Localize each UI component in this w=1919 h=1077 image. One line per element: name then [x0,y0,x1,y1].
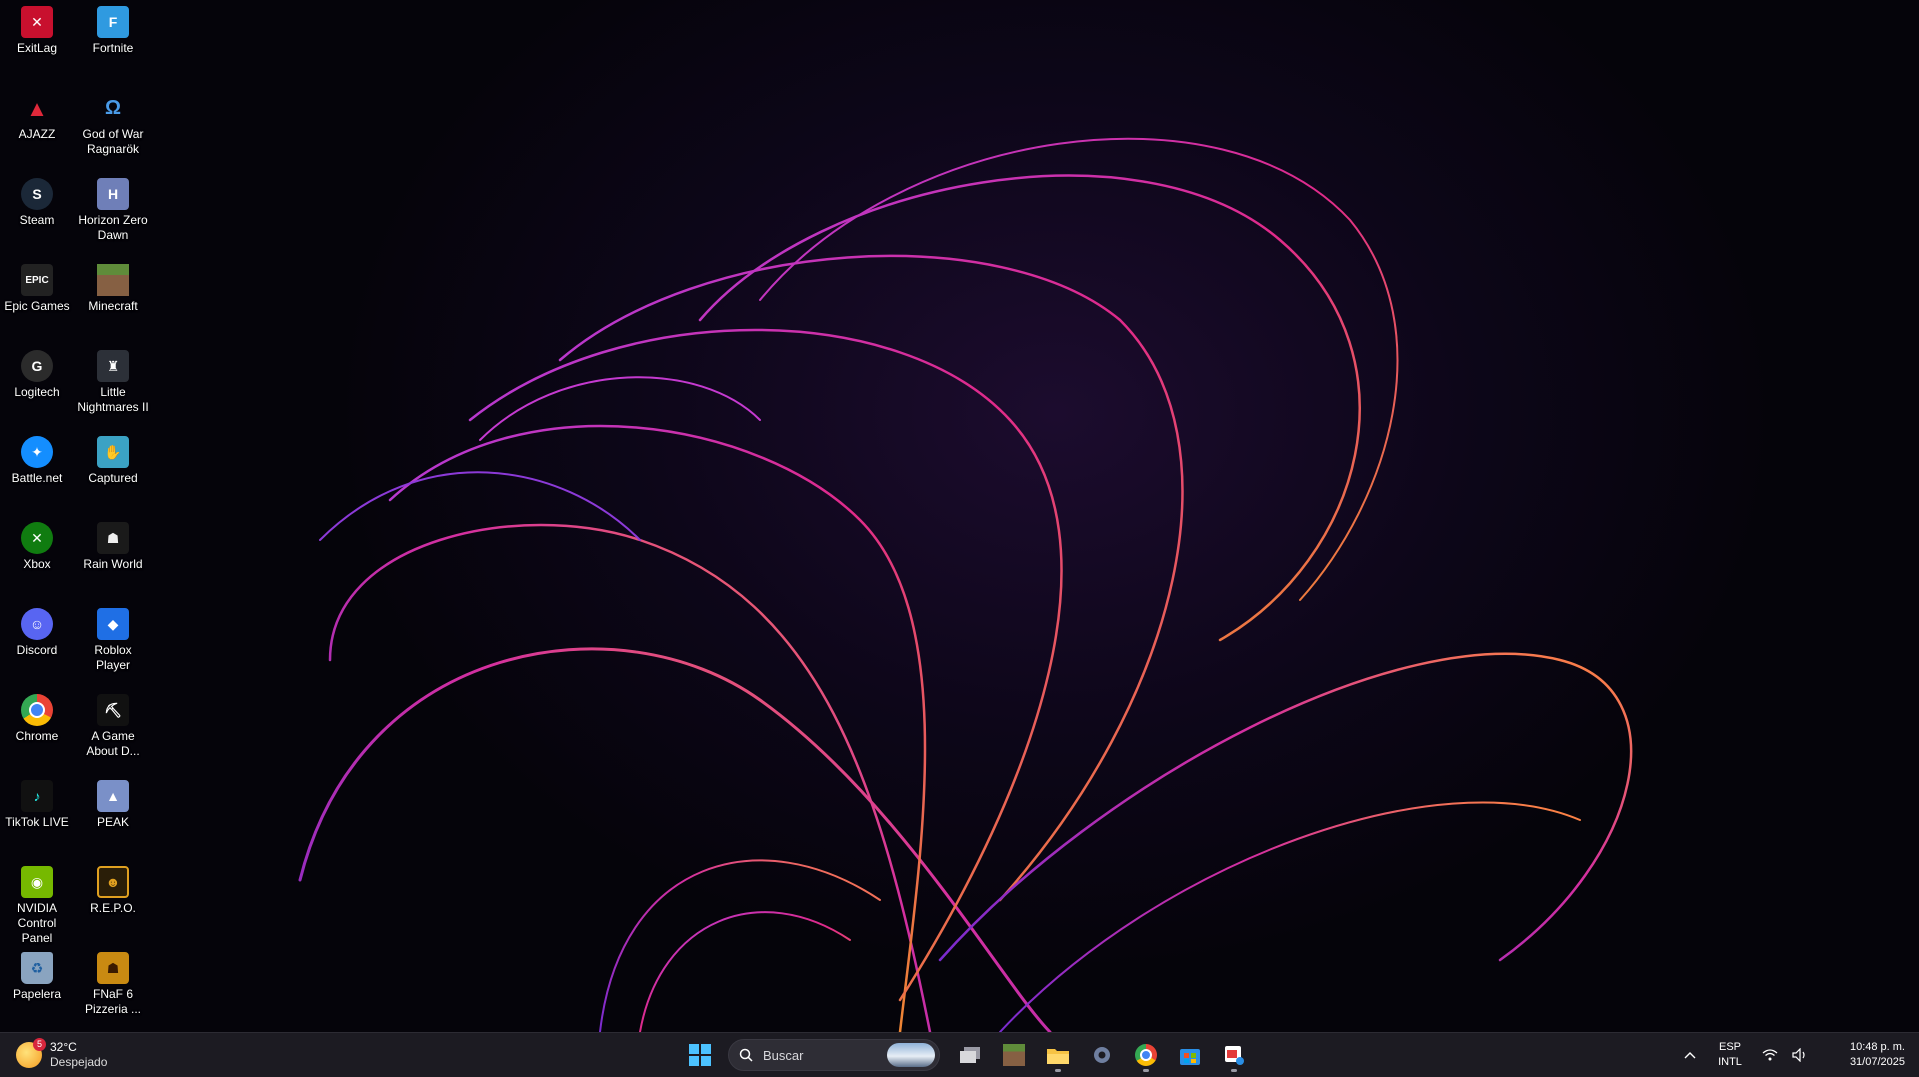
roblox-icon: ◆ [97,608,129,640]
desktop-icon-discord[interactable]: ☺ Discord [0,602,75,658]
microsoft-store-icon [1180,1049,1200,1065]
windows-logo-icon [689,1044,711,1066]
desktop-icon-god-of-war[interactable]: Ω God of War Ragnarök [75,86,151,157]
taskbar-microsoft-store[interactable] [1170,1037,1210,1073]
taskbar-chrome[interactable] [1126,1037,1166,1073]
desktop-icon-battlenet[interactable]: ✦ Battle.net [0,430,75,486]
quick-settings-button[interactable] [1755,1048,1815,1062]
minecraft-icon [97,264,129,296]
desktop-icon-minecraft[interactable]: Minecraft [75,258,151,314]
captured-icon: ✋ [97,436,129,468]
desktop-icon-xbox[interactable]: ✕ Xbox [0,516,75,572]
desktop-icon-peak[interactable]: ▲ PEAK [75,774,151,830]
system-tray: ESP INTL 10:48 p. m. 31/07/2025 [1675,1033,1919,1077]
discord-icon: ☺ [21,608,53,640]
weather-condition: Despejado [50,1055,108,1069]
clock-date: 31/07/2025 [1849,1056,1905,1068]
desktop-icon-roblox[interactable]: ◆ Roblox Player [75,602,151,673]
desktop-icon-chrome[interactable]: Chrome [0,688,75,744]
weather-widget[interactable]: 5 32°C Despejado [16,1038,108,1071]
taskbar-search-box[interactable]: Buscar [728,1039,940,1071]
little-nightmares-icon: ♜ [97,350,129,382]
chevron-up-icon [1684,1052,1696,1059]
peak-icon: ▲ [97,780,129,812]
desktop-icon-recycle-bin[interactable]: ♻ Papelera [0,946,75,1002]
weather-temperature: 32°C [50,1040,77,1054]
desktop-icon-ajazz[interactable]: ▲ AJAZZ [0,86,75,142]
horizon-icon: H [97,178,129,210]
desktop-icon-little-nightmares[interactable]: ♜ Little Nightmares II [75,344,151,415]
running-indicator [1143,1069,1149,1072]
fortnite-icon: F [97,6,129,38]
desktop-icon-tiktok-live[interactable]: ♪ TikTok LIVE [0,774,75,830]
search-icon [739,1048,753,1062]
task-view-icon [960,1047,980,1063]
desktop[interactable]: ✕ ExitLag F Fortnite ▲ AJAZZ Ω God of Wa… [0,0,1919,1032]
steam-icon: S [21,178,53,210]
chrome-taskbar-icon [1135,1044,1157,1066]
input-language-indicator[interactable]: ESP INTL [1705,1040,1755,1070]
taskbar-minecraft[interactable] [994,1037,1034,1073]
desktop-icon-repo[interactable]: ☻ R.E.P.O. [75,860,151,916]
show-hidden-icons-button[interactable] [1675,1048,1705,1062]
desktop-icon-epic-games[interactable]: EPIC Epic Games [0,258,75,314]
desktop-icon-fnaf[interactable]: ☗ FNaF 6 Pizzeria ... [75,946,151,1017]
fnaf-icon: ☗ [97,952,129,984]
ajazz-icon: ▲ [26,95,48,121]
desktop-icon-captured[interactable]: ✋ Captured [75,430,151,486]
recycle-bin-icon: ♻ [21,952,53,984]
repo-icon: ☻ [97,866,129,898]
taskbar-file-explorer[interactable] [1038,1037,1078,1073]
tiktok-live-icon: ♪ [21,780,53,812]
nvidia-icon: ◉ [21,866,53,898]
running-indicator [1231,1069,1237,1072]
desktop-icon-steam[interactable]: S Steam [0,172,75,228]
search-placeholder: Buscar [763,1047,804,1063]
rain-world-icon: ☗ [97,522,129,554]
a-game-about-icon: ⛏ [97,694,129,726]
wallpaper-bloom [298,137,1633,1032]
wifi-icon [1762,1049,1778,1061]
running-indicator [1055,1069,1061,1072]
desktop-icon-nvidia[interactable]: ◉ NVIDIA Control Panel [0,860,75,946]
taskbar-center: Buscar [680,1037,1258,1073]
chrome-icon [21,694,53,726]
desktop-icon-horizon[interactable]: H Horizon Zero Dawn [75,172,151,243]
notification-badge: 5 [33,1038,46,1051]
weather-sun-icon: 5 [16,1038,46,1068]
desktop-icon-a-game-about[interactable]: ⛏ A Game About D... [75,688,151,759]
volume-icon [1792,1048,1805,1062]
god-of-war-icon: Ω [104,96,122,119]
clock-time: 10:48 p. m. [1849,1041,1905,1053]
task-view-button[interactable] [950,1037,990,1073]
battlenet-icon: ✦ [21,436,53,468]
settings-icon [1094,1047,1110,1063]
file-explorer-icon [1047,1049,1069,1064]
xbox-icon: ✕ [21,522,53,554]
snipping-tool-icon [1225,1046,1244,1065]
taskbar: 5 32°C Despejado Buscar ESP INTL 10:48 p… [0,1032,1919,1077]
start-button[interactable] [680,1037,720,1073]
taskbar-snipping-tool[interactable] [1214,1037,1254,1073]
logitech-icon: G [21,350,53,382]
search-highlight-image [887,1043,935,1067]
taskbar-settings[interactable] [1082,1037,1122,1073]
taskbar-clock[interactable]: 10:48 p. m. 31/07/2025 [1815,1040,1919,1070]
minecraft-taskbar-icon [1003,1044,1025,1066]
desktop-icon-fortnite[interactable]: F Fortnite [75,0,151,56]
exitlag-icon: ✕ [21,6,53,38]
epic-games-icon: EPIC [21,264,53,296]
desktop-icon-exitlag[interactable]: ✕ ExitLag [0,0,75,56]
desktop-icon-rain-world[interactable]: ☗ Rain World [75,516,151,572]
desktop-icon-logitech[interactable]: G Logitech [0,344,75,400]
